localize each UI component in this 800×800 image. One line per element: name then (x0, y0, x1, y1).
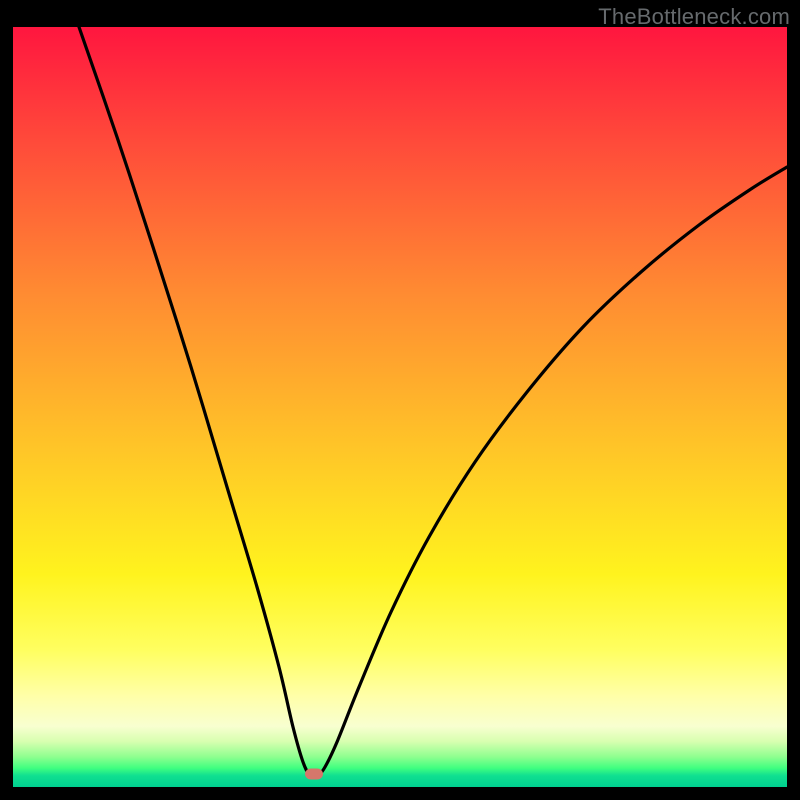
bottleneck-curve (13, 27, 787, 787)
optimal-point-marker (305, 769, 323, 780)
chart-area (13, 27, 787, 787)
